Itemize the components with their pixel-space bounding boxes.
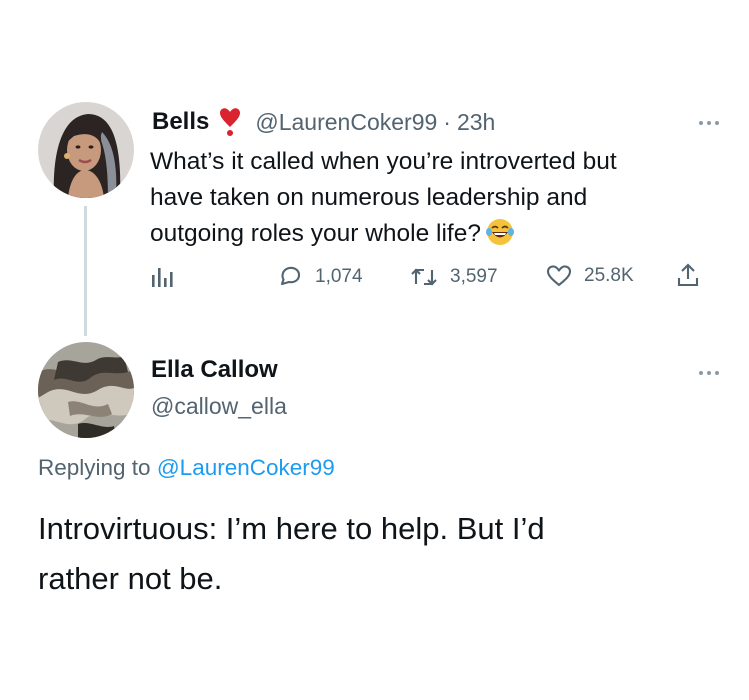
tweet-text-line: outgoing roles your whole life? [150,220,481,247]
reply-author-avatar-image [38,342,134,438]
retweet-count: 3,597 [450,266,498,287]
like-button[interactable]: 25.8K [546,264,634,288]
reply-text: Introvirtuous: I’m here to help. But I’d… [38,504,728,604]
reply-text-line: Introvirtuous: I’m here to help. But I’d [38,511,545,546]
retweet-icon [411,268,437,286]
reply-icon [280,266,301,286]
tweet-text: What’s it called when you’re introverted… [150,144,730,252]
reply-author-name[interactable]: Ella Callow [151,356,278,384]
replying-to-prefix: Replying to [38,455,151,480]
replying-to-line: Replying to @LaurenCoker99 [38,455,335,481]
more-options-icon[interactable] [699,121,719,125]
like-count: 25.8K [584,265,634,286]
views-button[interactable] [150,266,174,288]
heart-exclamation-icon [220,108,241,136]
tweet-time[interactable]: 23h [457,109,495,136]
reply-text-line: rather not be. [38,561,223,596]
reply-author-avatar[interactable] [38,342,134,438]
time-separator: · [443,108,451,135]
author-handle[interactable]: @LaurenCoker99 [255,109,437,136]
replying-to-handle-link[interactable]: @LaurenCoker99 [157,455,335,480]
tweet-text-line: What’s it called when you’re introverted… [150,148,617,175]
share-button[interactable] [677,262,699,288]
share-icon [677,263,699,287]
reply-button[interactable]: 1,074 [277,264,363,290]
thread-line [84,206,87,336]
retweet-button[interactable]: 3,597 [410,264,498,290]
author-avatar-image [38,102,134,198]
laughing-crying-emoji-icon [485,219,514,245]
tweet-header: Bells @LaurenCoker99 · 23h [152,104,495,140]
author-name[interactable]: Bells [152,108,209,136]
reply-author-handle[interactable]: @callow_ella [151,393,287,420]
author-avatar[interactable] [38,102,134,198]
reply-more-options-icon[interactable] [699,371,719,375]
tweet-text-line: have taken on numerous leadership and [150,184,588,211]
analytics-icon [152,268,173,287]
reply-count: 1,074 [315,266,363,287]
heart-icon [546,265,572,287]
